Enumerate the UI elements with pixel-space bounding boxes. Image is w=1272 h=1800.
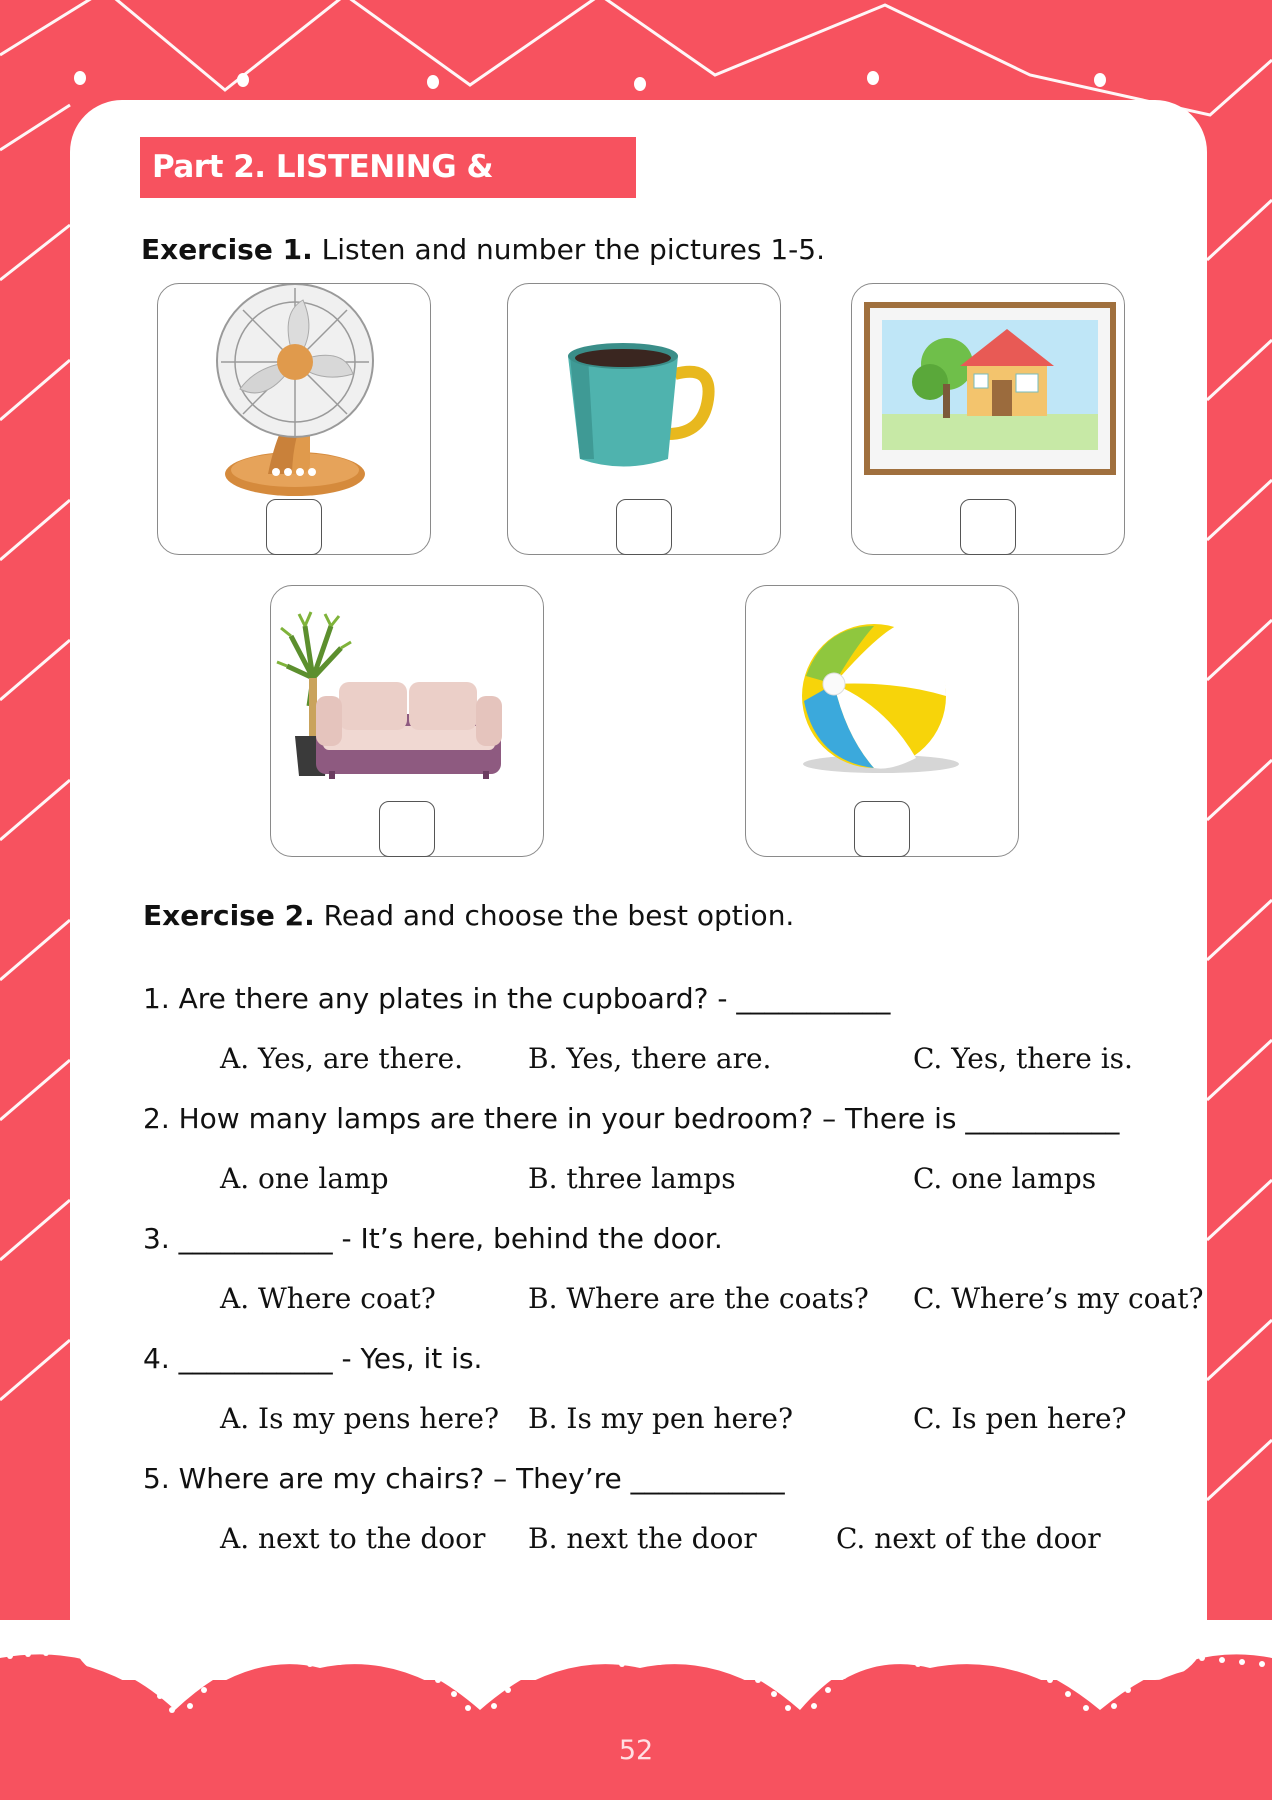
exercise2-heading: Exercise 2. Read and choose the best opt…	[143, 899, 794, 932]
answer-box[interactable]	[616, 499, 672, 555]
answer-box[interactable]	[854, 801, 910, 857]
picture-card-framed-picture	[851, 283, 1125, 555]
exercise1-label: Exercise 1.	[141, 233, 313, 266]
exercise2-instruction: Read and choose the best option.	[323, 899, 795, 932]
question-3: 3. ___________ - It’s here, behind the d…	[143, 1222, 723, 1255]
picture-card-beach-ball	[745, 585, 1019, 857]
exercise1-heading: Exercise 1. Listen and number the pictur…	[141, 233, 825, 266]
question-4: 4. ___________ - Yes, it is.	[143, 1342, 483, 1375]
exercise2-label: Exercise 2.	[143, 899, 315, 932]
option-5b[interactable]: B. next the door	[528, 1522, 757, 1555]
answer-box[interactable]	[960, 499, 1016, 555]
answer-box[interactable]	[266, 499, 322, 555]
scalloped-border-decoration	[0, 1620, 1272, 1730]
question-2: 2. How many lamps are there in your bedr…	[143, 1102, 1120, 1135]
option-1c[interactable]: C. Yes, there is.	[913, 1042, 1133, 1075]
option-2b[interactable]: B. three lamps	[528, 1162, 736, 1195]
question-5: 5. Where are my chairs? – They’re ______…	[143, 1462, 785, 1495]
exercise1-instruction: Listen and number the pictures 1-5.	[321, 233, 825, 266]
option-3a[interactable]: A. Where coat?	[220, 1282, 436, 1315]
option-4b[interactable]: B. Is my pen here?	[528, 1402, 793, 1435]
question-1: 1. Are there any plates in the cupboard?…	[143, 982, 891, 1015]
option-5a[interactable]: A. next to the door	[220, 1522, 485, 1555]
option-4c[interactable]: C. Is pen here?	[913, 1402, 1127, 1435]
picture-card-fan	[157, 283, 431, 555]
option-2c[interactable]: C. one lamps	[913, 1162, 1096, 1195]
part-title: Part 2. LISTENING & READING	[140, 137, 636, 246]
picture-card-mug	[507, 283, 781, 555]
option-4a[interactable]: A. Is my pens here?	[220, 1402, 499, 1435]
option-1a[interactable]: A. Yes, are there.	[220, 1042, 463, 1075]
picture-card-sofa	[270, 585, 544, 857]
option-3c[interactable]: C. Where’s my coat?	[913, 1282, 1204, 1315]
option-5c[interactable]: C. next of the door	[836, 1522, 1101, 1555]
option-3b[interactable]: B. Where are the coats?	[528, 1282, 869, 1315]
option-1b[interactable]: B. Yes, there are.	[528, 1042, 771, 1075]
page-number: 52	[618, 1735, 654, 1766]
option-2a[interactable]: A. one lamp	[220, 1162, 389, 1195]
answer-box[interactable]	[379, 801, 435, 857]
